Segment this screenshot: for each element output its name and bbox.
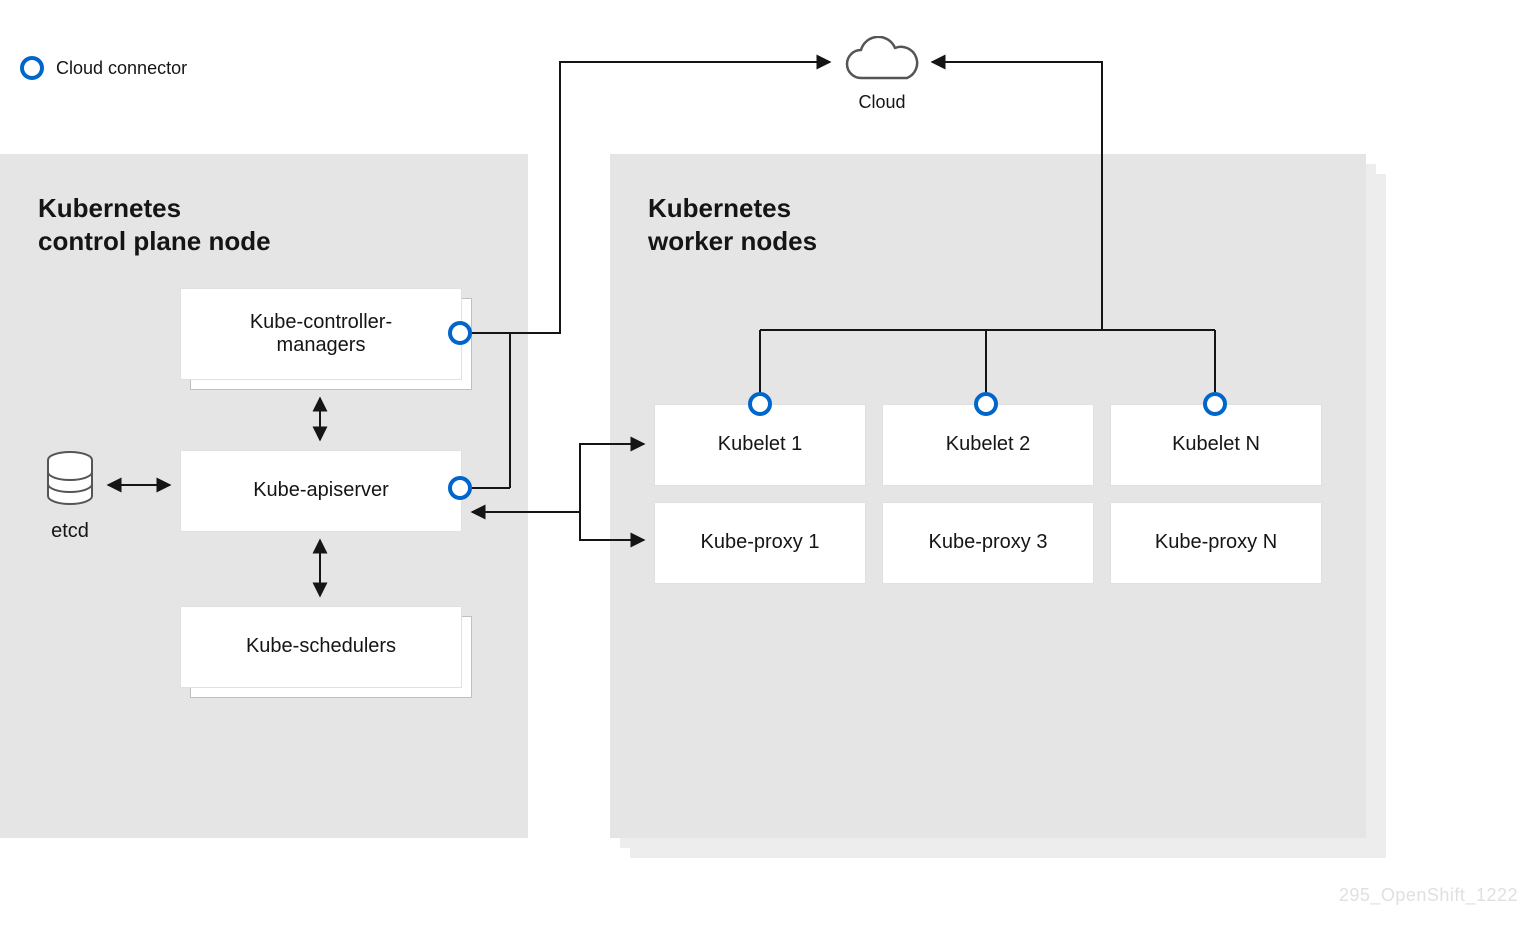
kube-proxy-3-box: Kube-proxy 3 xyxy=(882,502,1094,584)
database-icon xyxy=(44,450,96,512)
kubelet-2-connector-icon xyxy=(974,392,998,416)
kubelet-2-box: Kubelet 2 xyxy=(882,404,1094,486)
etcd-group xyxy=(44,450,96,517)
controller-managers-label: Kube-controller- managers xyxy=(181,311,461,357)
kubelet-n-connector-icon xyxy=(1203,392,1227,416)
kubelet-1-box: Kubelet 1 xyxy=(654,404,866,486)
control-plane-title: Kubernetes control plane node xyxy=(38,192,271,257)
apiserver-label: Kube-apiserver xyxy=(181,479,461,502)
kube-proxy-1-box: Kube-proxy 1 xyxy=(654,502,866,584)
kubelet-n-box: Kubelet N xyxy=(1110,404,1322,486)
kube-proxy-1-label: Kube-proxy 1 xyxy=(655,531,865,554)
schedulers-box: Kube-schedulers xyxy=(180,606,462,688)
cloud-group xyxy=(837,36,927,95)
cloud-label: Cloud xyxy=(837,92,927,113)
kubelet-1-label: Kubelet 1 xyxy=(655,433,865,456)
worker-title: Kubernetes worker nodes xyxy=(648,192,817,257)
cloud-icon xyxy=(837,36,927,90)
controller-managers-box: Kube-controller- managers xyxy=(180,288,462,380)
footer-id: 295_OpenShift_1222 xyxy=(1339,885,1518,906)
kubelet-2-label: Kubelet 2 xyxy=(883,433,1093,456)
kube-proxy-n-box: Kube-proxy N xyxy=(1110,502,1322,584)
controller-managers-connector-icon xyxy=(448,321,472,345)
apiserver-box: Kube-apiserver xyxy=(180,450,462,532)
diagram-canvas: Cloud connector Kubernetes control plane… xyxy=(0,0,1520,928)
schedulers-label: Kube-schedulers xyxy=(181,635,461,658)
kube-proxy-n-label: Kube-proxy N xyxy=(1111,531,1321,554)
legend-connector-icon xyxy=(20,56,44,80)
kube-proxy-3-label: Kube-proxy 3 xyxy=(883,531,1093,554)
legend-label: Cloud connector xyxy=(56,58,187,79)
etcd-label: etcd xyxy=(44,520,96,543)
kubelet-n-label: Kubelet N xyxy=(1111,433,1321,456)
apiserver-connector-icon xyxy=(448,476,472,500)
kubelet-1-connector-icon xyxy=(748,392,772,416)
